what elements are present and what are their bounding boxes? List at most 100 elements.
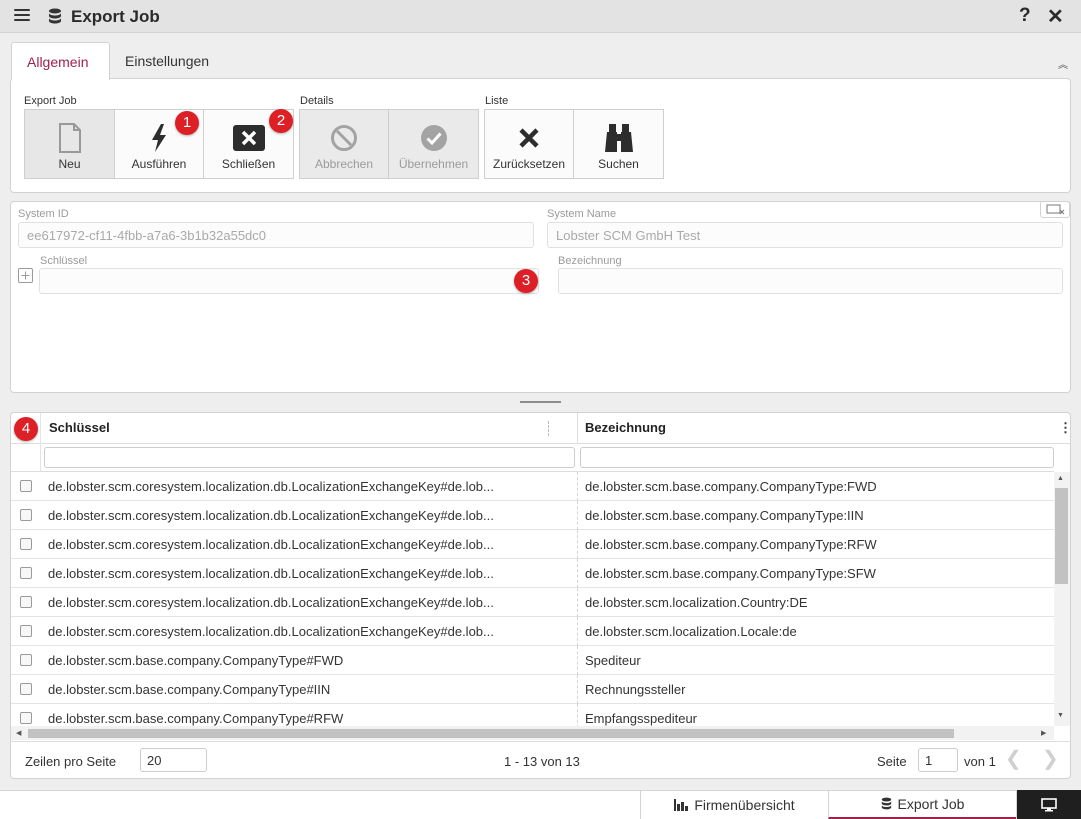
table-row[interactable]: de.lobster.scm.base.company.CompanyType#…: [11, 646, 1054, 675]
group-label-details: Details: [300, 95, 334, 107]
panel-splitter[interactable]: [520, 401, 561, 403]
table-row[interactable]: de.lobster.scm.coresystem.localization.d…: [11, 559, 1054, 588]
lightning-icon: [152, 124, 166, 152]
table-row[interactable]: de.lobster.scm.coresystem.localization.d…: [11, 617, 1054, 646]
hamburger-icon[interactable]: [14, 9, 30, 23]
system-id-field: ee617972-cf11-4fbb-a7a6-3b1b32a55dc0: [18, 222, 534, 248]
column-header-bezeichnung[interactable]: Bezeichnung: [585, 413, 666, 443]
bezeichnung-field[interactable]: [558, 268, 1063, 294]
suchen-button[interactable]: Suchen: [573, 109, 664, 179]
footer-tab-firmenuebersicht[interactable]: Firmenübersicht: [640, 790, 828, 819]
row-key: de.lobster.scm.coresystem.localization.d…: [48, 479, 494, 494]
close-icon[interactable]: ✕: [1047, 4, 1064, 29]
row-label: de.lobster.scm.base.company.CompanyType:…: [585, 479, 877, 494]
row-label: de.lobster.scm.localization.Locale:de: [585, 624, 797, 639]
schliessen-label: Schließen: [221, 157, 276, 171]
column-header-schluessel[interactable]: Schlüssel: [49, 413, 110, 443]
row-key: de.lobster.scm.base.company.CompanyType#…: [48, 682, 331, 697]
group-label-export-job: Export Job: [24, 95, 77, 107]
ausfuehren-label: Ausführen: [131, 157, 187, 171]
title-bar: Export Job ? ✕: [0, 0, 1081, 33]
cancel-icon: [331, 125, 357, 151]
schluessel-field[interactable]: [39, 268, 539, 294]
monitor-icon: [1041, 797, 1057, 811]
table-row[interactable]: de.lobster.scm.coresystem.localization.d…: [11, 472, 1054, 501]
annotation-badge-1: 1: [175, 111, 199, 135]
row-checkbox[interactable]: [20, 596, 32, 608]
x-icon: [519, 128, 539, 148]
row-label: Empfangsspediteur: [585, 711, 698, 726]
group-label-liste: Liste: [485, 95, 509, 107]
suchen-label: Suchen: [598, 157, 639, 171]
system-name-field: Lobster SCM GmbH Test: [547, 222, 1063, 248]
annotation-badge-2: 2: [269, 109, 293, 133]
neu-button[interactable]: Neu: [24, 109, 115, 179]
page-input[interactable]: 1: [918, 748, 958, 772]
row-checkbox[interactable]: [20, 538, 32, 550]
desktop-button[interactable]: [1016, 790, 1081, 819]
scroll-left-arrow-icon[interactable]: ◀: [16, 729, 21, 737]
header-col-divider: [40, 413, 41, 471]
tab-allgemein[interactable]: Allgemein: [11, 42, 110, 80]
database-icon: [49, 8, 61, 24]
scroll-up-arrow-icon[interactable]: ▲: [1057, 475, 1064, 482]
row-label: de.lobster.scm.base.company.CompanyType:…: [585, 508, 864, 523]
rows-per-page-label: Zeilen pro Seite: [25, 754, 117, 769]
uebernehmen-label: Übernehmen: [398, 157, 469, 171]
zuruecksetzen-button[interactable]: Zurücksetzen: [484, 109, 574, 179]
system-name-label: System Name: [547, 208, 617, 220]
row-checkbox[interactable]: [20, 509, 32, 521]
close-box-icon: [232, 125, 265, 151]
check-circle-icon: [420, 125, 447, 151]
scroll-right-arrow-icon[interactable]: ▶: [1041, 729, 1046, 737]
row-label: de.lobster.scm.base.company.CompanyType:…: [585, 537, 877, 552]
system-id-label: System ID: [18, 208, 69, 220]
row-label: Rechnungssteller: [585, 682, 686, 697]
binoculars-icon: [604, 124, 633, 152]
abbrechen-button[interactable]: Abbrechen: [299, 109, 389, 179]
table-row[interactable]: de.lobster.scm.coresystem.localization.d…: [11, 501, 1054, 530]
zuruecksetzen-label: Zurücksetzen: [492, 157, 566, 171]
collapse-icon[interactable]: ︽: [1058, 56, 1068, 71]
tab-einstellungen[interactable]: Einstellungen: [110, 42, 224, 80]
schluessel-label: Schlüssel: [40, 255, 88, 267]
help-icon[interactable]: ?: [1019, 5, 1031, 27]
footer-tab-export-job[interactable]: Export Job: [828, 790, 1016, 819]
vertical-scroll-thumb[interactable]: [1055, 488, 1068, 584]
annotation-badge-3: 3: [514, 269, 538, 293]
row-checkbox[interactable]: [20, 567, 32, 579]
next-page-icon[interactable]: ❯: [1042, 746, 1059, 771]
prev-page-icon[interactable]: ❮: [1005, 746, 1022, 771]
row-checkbox[interactable]: [20, 683, 32, 695]
column-separator: [548, 421, 549, 436]
footer-tab-label: Firmenübersicht: [694, 796, 795, 813]
table-row[interactable]: de.lobster.scm.base.company.CompanyType#…: [11, 704, 1054, 726]
row-key: de.lobster.scm.base.company.CompanyType#…: [48, 711, 344, 726]
table-row[interactable]: de.lobster.scm.coresystem.localization.d…: [11, 588, 1054, 617]
table-row[interactable]: de.lobster.scm.base.company.CompanyType#…: [11, 675, 1054, 704]
expand-plus-icon[interactable]: [18, 268, 33, 283]
uebernehmen-button[interactable]: Übernehmen: [388, 109, 479, 179]
rows-per-page-input[interactable]: 20: [140, 748, 207, 772]
bezeichnung-filter-input[interactable]: [580, 447, 1054, 468]
row-label: de.lobster.scm.base.company.CompanyType:…: [585, 566, 876, 581]
row-key: de.lobster.scm.base.company.CompanyType#…: [48, 653, 344, 668]
row-checkbox[interactable]: [20, 480, 32, 492]
page-count: von 1: [964, 754, 996, 769]
bar-chart-icon: [674, 798, 689, 811]
form-settings-icon[interactable]: [1040, 201, 1070, 218]
column-divider: [577, 413, 578, 443]
row-key: de.lobster.scm.coresystem.localization.d…: [48, 566, 494, 581]
abbrechen-label: Abbrechen: [314, 157, 374, 171]
row-key: de.lobster.scm.coresystem.localization.d…: [48, 508, 494, 523]
column-menu-icon[interactable]: ⋮: [1059, 420, 1072, 436]
new-document-icon: [58, 123, 81, 153]
horizontal-scroll-thumb[interactable]: [28, 729, 954, 738]
row-checkbox[interactable]: [20, 625, 32, 637]
row-checkbox[interactable]: [20, 654, 32, 666]
scroll-down-arrow-icon[interactable]: ▼: [1057, 712, 1064, 719]
row-checkbox[interactable]: [20, 712, 32, 724]
table-row[interactable]: de.lobster.scm.coresystem.localization.d…: [11, 530, 1054, 559]
schluessel-filter-input[interactable]: [44, 447, 575, 468]
bezeichnung-label: Bezeichnung: [558, 255, 622, 267]
